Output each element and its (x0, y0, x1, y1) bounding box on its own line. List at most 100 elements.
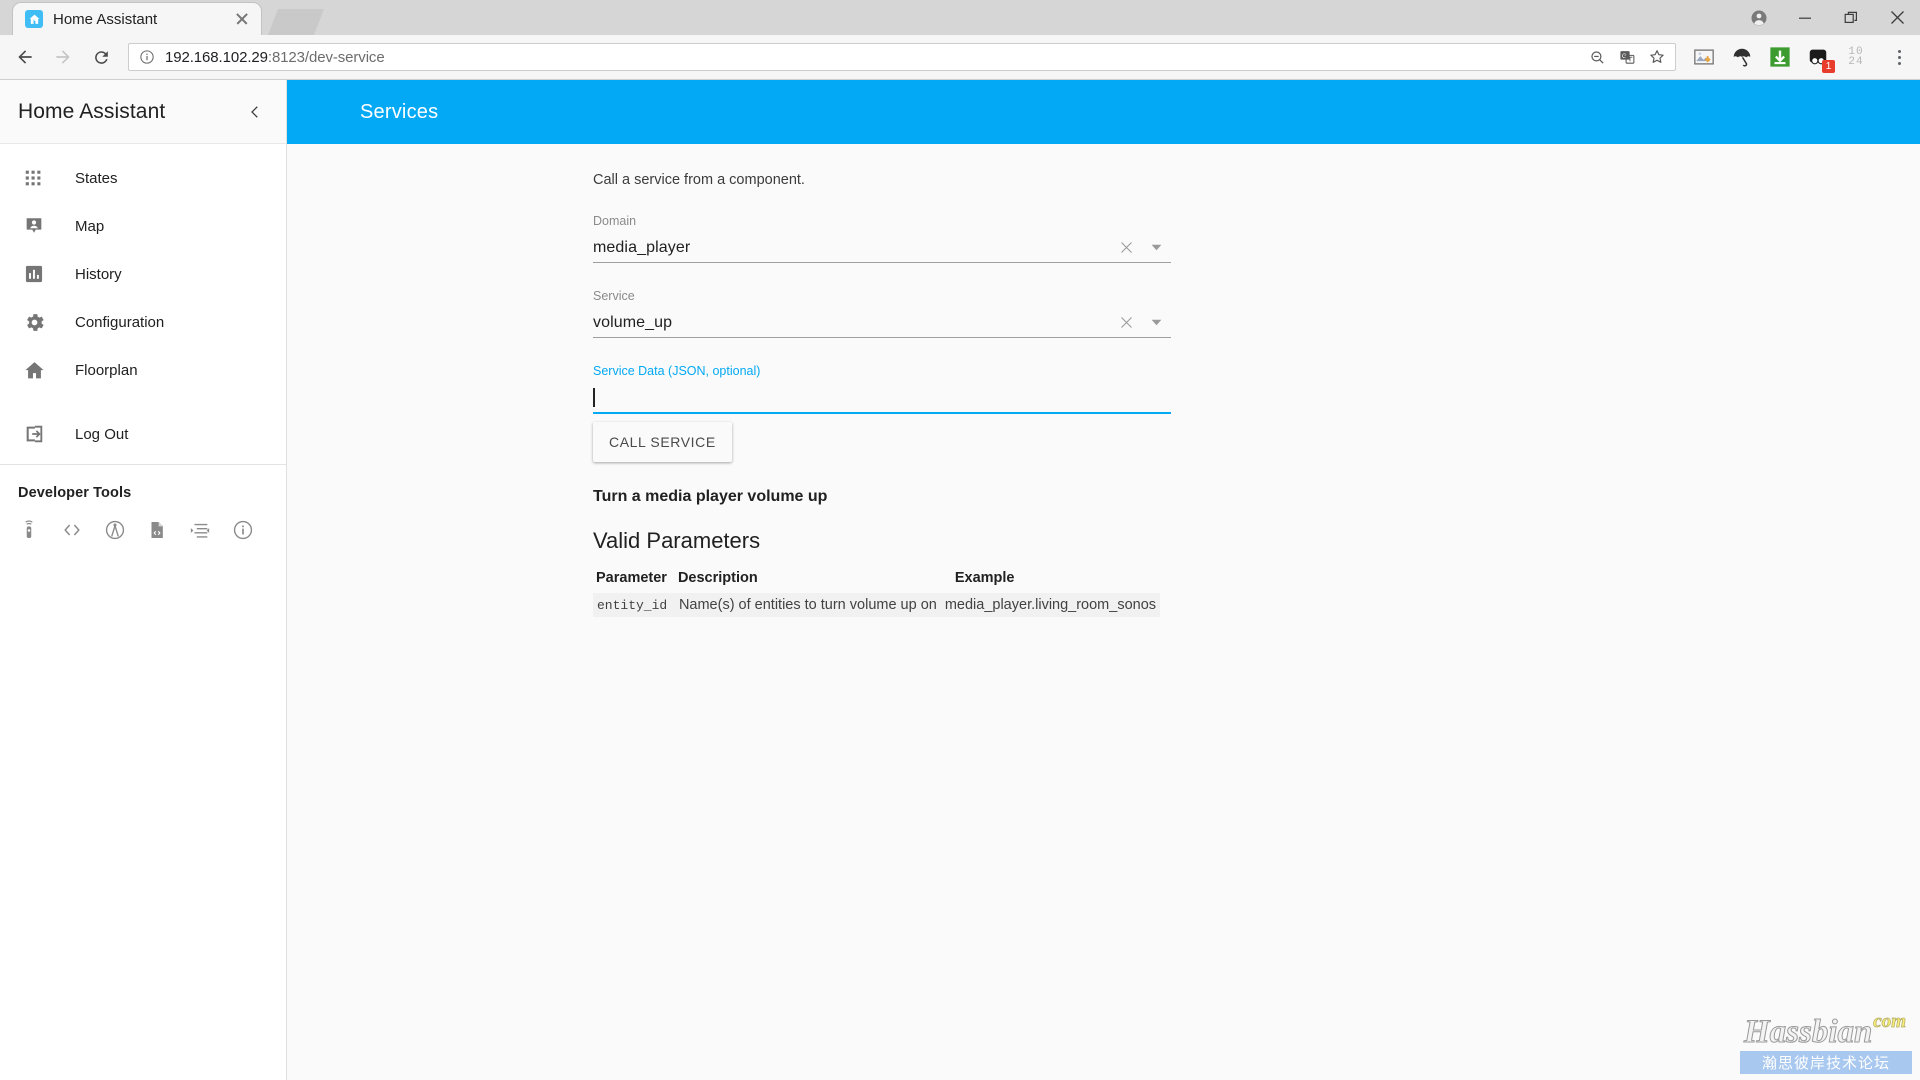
sidebar-item-label: History (75, 265, 122, 283)
information-outline-icon[interactable] (228, 515, 258, 545)
sidebar-item-label: Map (75, 217, 105, 235)
sidebar-header: Home Assistant (0, 80, 286, 144)
valid-parameters-heading: Valid Parameters (593, 528, 761, 553)
window-close-button[interactable] (1874, 0, 1920, 35)
service-data-value[interactable] (593, 388, 1171, 407)
url-text: 192.168.102.29:8123/dev-service (165, 49, 1587, 66)
translate-icon[interactable]: G (1617, 47, 1637, 67)
cell-example: media_player.living_room_sonos (940, 593, 1161, 617)
cell-parameter: entity_id (593, 593, 675, 617)
col-header-description: Description (677, 570, 758, 586)
watermark: Hassbian com 瀚思彼岸技术论坛 (1740, 1011, 1912, 1074)
table-header-row: Parameter Description Example (593, 570, 1160, 593)
home-icon (20, 359, 48, 382)
omnibox-actions: G (1587, 47, 1669, 67)
sidebar-item-logout[interactable]: Log Out (0, 410, 286, 458)
chevron-left-icon[interactable] (242, 99, 268, 125)
code-brackets-states-icon[interactable] (57, 515, 87, 545)
kebab-menu-icon[interactable] (1886, 44, 1912, 70)
domain-dropdown-icon[interactable] (1141, 235, 1171, 261)
service-data-label: Service Data (JSON, optional) (593, 364, 761, 378)
zoom-out-icon[interactable] (1587, 47, 1607, 67)
umbrella-extension-icon[interactable] (1730, 45, 1754, 69)
page-title: Services (360, 100, 439, 123)
app-bar: Services (287, 80, 1920, 144)
service-data-input-row[interactable] (593, 383, 1171, 414)
forward-arrow-icon (46, 40, 80, 74)
logout-icon (20, 423, 48, 445)
sidebar-item-configuration[interactable]: Configuration (0, 298, 286, 346)
service-description: Turn a media player volume up (593, 488, 828, 505)
adblock-extension-icon[interactable]: 1 (1806, 45, 1835, 73)
download-manager-icon[interactable] (1768, 45, 1792, 69)
page-body: Home Assistant States Map History Config… (0, 80, 1920, 1080)
col-header-parameter: Parameter (596, 570, 667, 586)
intro-text: Call a service from a component. (593, 172, 805, 188)
page-info-icon[interactable] (139, 49, 157, 65)
home-assistant-logo-icon (25, 10, 43, 28)
remote-services-icon[interactable] (14, 515, 44, 545)
tab-strip: Home Assistant (0, 0, 1920, 35)
tab-title: Home Assistant (53, 10, 158, 28)
sidebar-item-floorplan[interactable]: Floorplan (0, 346, 286, 394)
sidebar-section-developer-tools: Developer Tools (18, 485, 132, 501)
back-arrow-icon[interactable] (8, 40, 42, 74)
extension-badge-count: 1 (1822, 60, 1835, 73)
apps-grid-icon (20, 167, 48, 189)
watermark-com: com (1873, 1011, 1907, 1033)
reload-icon[interactable] (84, 40, 118, 74)
domain-field: Domain media_player (593, 214, 1171, 263)
new-tab-button[interactable] (268, 9, 324, 35)
cell-description: Name(s) of entities to turn volume up on (674, 593, 941, 617)
sidebar-item-map[interactable]: Map (0, 202, 286, 250)
domain-value[interactable]: media_player (593, 239, 1111, 257)
main-content: Services Call a service from a component… (287, 80, 1920, 1080)
extensions-area: 1 10 24 (1684, 44, 1912, 73)
mqtt-arrow-icon[interactable] (185, 515, 215, 545)
service-value[interactable]: volume_up (593, 314, 1111, 332)
maximize-restore-button[interactable] (1828, 0, 1874, 35)
col-header-example: Example (954, 570, 1015, 586)
service-label: Service (593, 289, 635, 303)
sidebar-item-states[interactable]: States (0, 154, 286, 202)
minimize-button[interactable] (1782, 0, 1828, 35)
parameters-table: Parameter Description Example entity_id … (593, 570, 1161, 617)
developer-tools-row (0, 501, 286, 545)
image-download-extension-icon[interactable] (1692, 45, 1716, 69)
cog-icon (20, 311, 48, 334)
domain-label: Domain (593, 214, 637, 228)
sidebar-item-label: States (75, 169, 118, 187)
browser-tab[interactable]: Home Assistant (12, 2, 262, 35)
sidebar-item-label: Log Out (75, 425, 129, 443)
ten24-extension-icon[interactable]: 10 24 (1844, 45, 1868, 69)
file-code-templates-icon[interactable] (142, 515, 172, 545)
domain-clear-icon[interactable] (1111, 235, 1141, 261)
bookmark-star-icon[interactable] (1647, 47, 1667, 67)
service-dropdown-icon[interactable] (1141, 310, 1171, 336)
ten24-line2: 24 (1848, 56, 1864, 68)
sidebar-title: Home Assistant (18, 99, 166, 123)
broadcast-events-icon[interactable] (100, 515, 130, 545)
table-row: entity_id Name(s) of entities to turn vo… (593, 593, 1161, 617)
sidebar-menu: States Map History Configuration Floorpl… (0, 144, 286, 545)
browser-window: Home Assistant 192.168.102.29:8123/dev-s… (0, 0, 1920, 1080)
service-input-row[interactable]: volume_up (593, 308, 1171, 338)
content-area: Call a service from a component. Domain … (287, 144, 1920, 1080)
sidebar: Home Assistant States Map History Config… (0, 80, 287, 1080)
domain-input-row[interactable]: media_player (593, 233, 1171, 263)
profile-avatar-button[interactable] (1736, 0, 1782, 35)
address-bar[interactable]: 192.168.102.29:8123/dev-service G (128, 43, 1676, 71)
url-path: :8123/dev-service (267, 48, 385, 66)
watermark-subtitle: 瀚思彼岸技术论坛 (1740, 1051, 1912, 1074)
sidebar-item-label: Floorplan (75, 361, 138, 379)
service-clear-icon[interactable] (1111, 310, 1141, 336)
service-field: Service volume_up (593, 289, 1171, 338)
call-service-button[interactable]: CALL SERVICE (593, 422, 732, 462)
tab-close-icon[interactable] (233, 10, 251, 28)
sidebar-item-history[interactable]: History (0, 250, 286, 298)
url-host: 192.168.102.29 (165, 48, 268, 66)
service-data-field: Service Data (JSON, optional) (593, 364, 1171, 414)
window-controls (1736, 0, 1920, 35)
text-cursor (593, 388, 595, 407)
